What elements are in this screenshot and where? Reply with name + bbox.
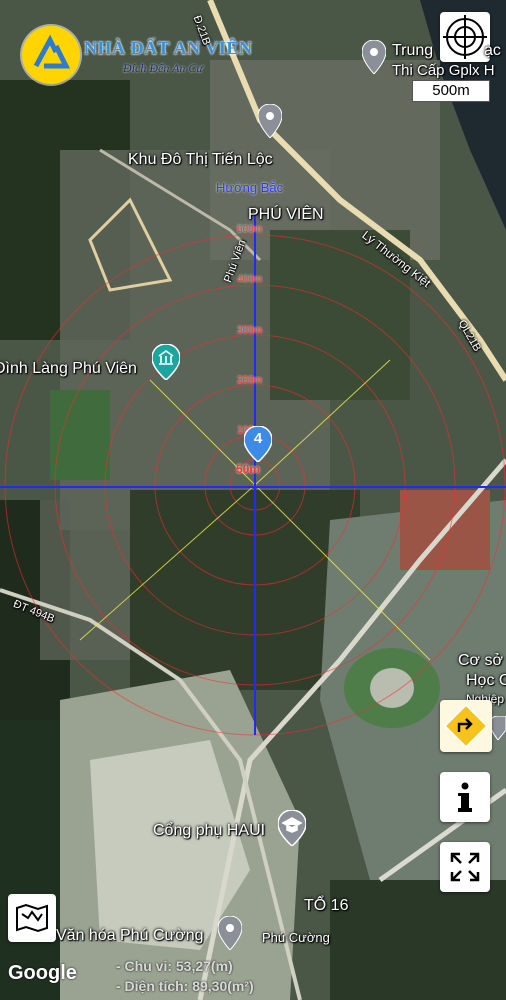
fullscreen-icon[interactable] (440, 842, 490, 892)
map-pin-icon[interactable] (361, 39, 387, 79)
satellite-imagery (0, 0, 506, 1000)
brand-name: NHÀ ĐẤT AN VIÊN (84, 38, 253, 58)
place-trung-tam-2: ạc (484, 42, 501, 59)
directions-icon[interactable] (440, 700, 492, 752)
map-layers-icon[interactable] (8, 894, 56, 942)
brand-logo (22, 26, 80, 84)
google-logo: Google (8, 962, 77, 984)
compass-target-icon[interactable] (440, 12, 490, 62)
place-phu-cuong: Phú Cường (262, 930, 330, 945)
place-dinh-lang: Đình Làng Phú Viên (0, 360, 137, 377)
place-co-so: Cơ sở (458, 652, 503, 669)
ring-label-200: 200m (237, 375, 263, 386)
brand-tagline: Đích Đến An Cư (123, 61, 203, 75)
ring-label-400: 400m (237, 274, 263, 285)
place-phu-vien: PHÚ VIÊN (248, 206, 324, 223)
place-hoc: Học C (466, 672, 506, 689)
place-khu-do-thi: Khu Đô Thị Tiến Lộc (128, 151, 273, 168)
area-readout: - Diện tích: 89,30(m²) (116, 978, 254, 994)
place-van-hoa: Văn hóa Phú Cường (56, 927, 204, 944)
school-icon[interactable] (489, 715, 506, 745)
school-icon[interactable] (277, 809, 307, 851)
ring-label-300: 300m (237, 325, 263, 336)
map-pin-icon[interactable] (257, 103, 283, 143)
place-thi-cap: Thi Cấp Gplx H (392, 62, 495, 79)
pin-cluster[interactable]: 4 (243, 425, 273, 467)
perimeter-readout: - Chu vi: 53,27(m) (116, 958, 233, 974)
map-view[interactable]: NHÀ ĐẤT AN VIÊN Đích Đến An Cư 500m Trun… (0, 0, 506, 1000)
place-trung-tam: Trung (392, 42, 434, 59)
info-icon[interactable] (440, 772, 490, 822)
scale-bar: 500m (412, 80, 490, 102)
ring-label-500: 500m (237, 224, 263, 235)
label-huong-bac: Hướng Bắc (216, 180, 284, 195)
map-pin-icon[interactable] (217, 915, 243, 955)
place-to-16: TỔ 16 (304, 897, 349, 914)
place-cong-phu-haui: Cổng phụ HAUI (153, 822, 266, 839)
pin-count: 4 (253, 430, 263, 447)
temple-icon[interactable] (151, 343, 181, 385)
